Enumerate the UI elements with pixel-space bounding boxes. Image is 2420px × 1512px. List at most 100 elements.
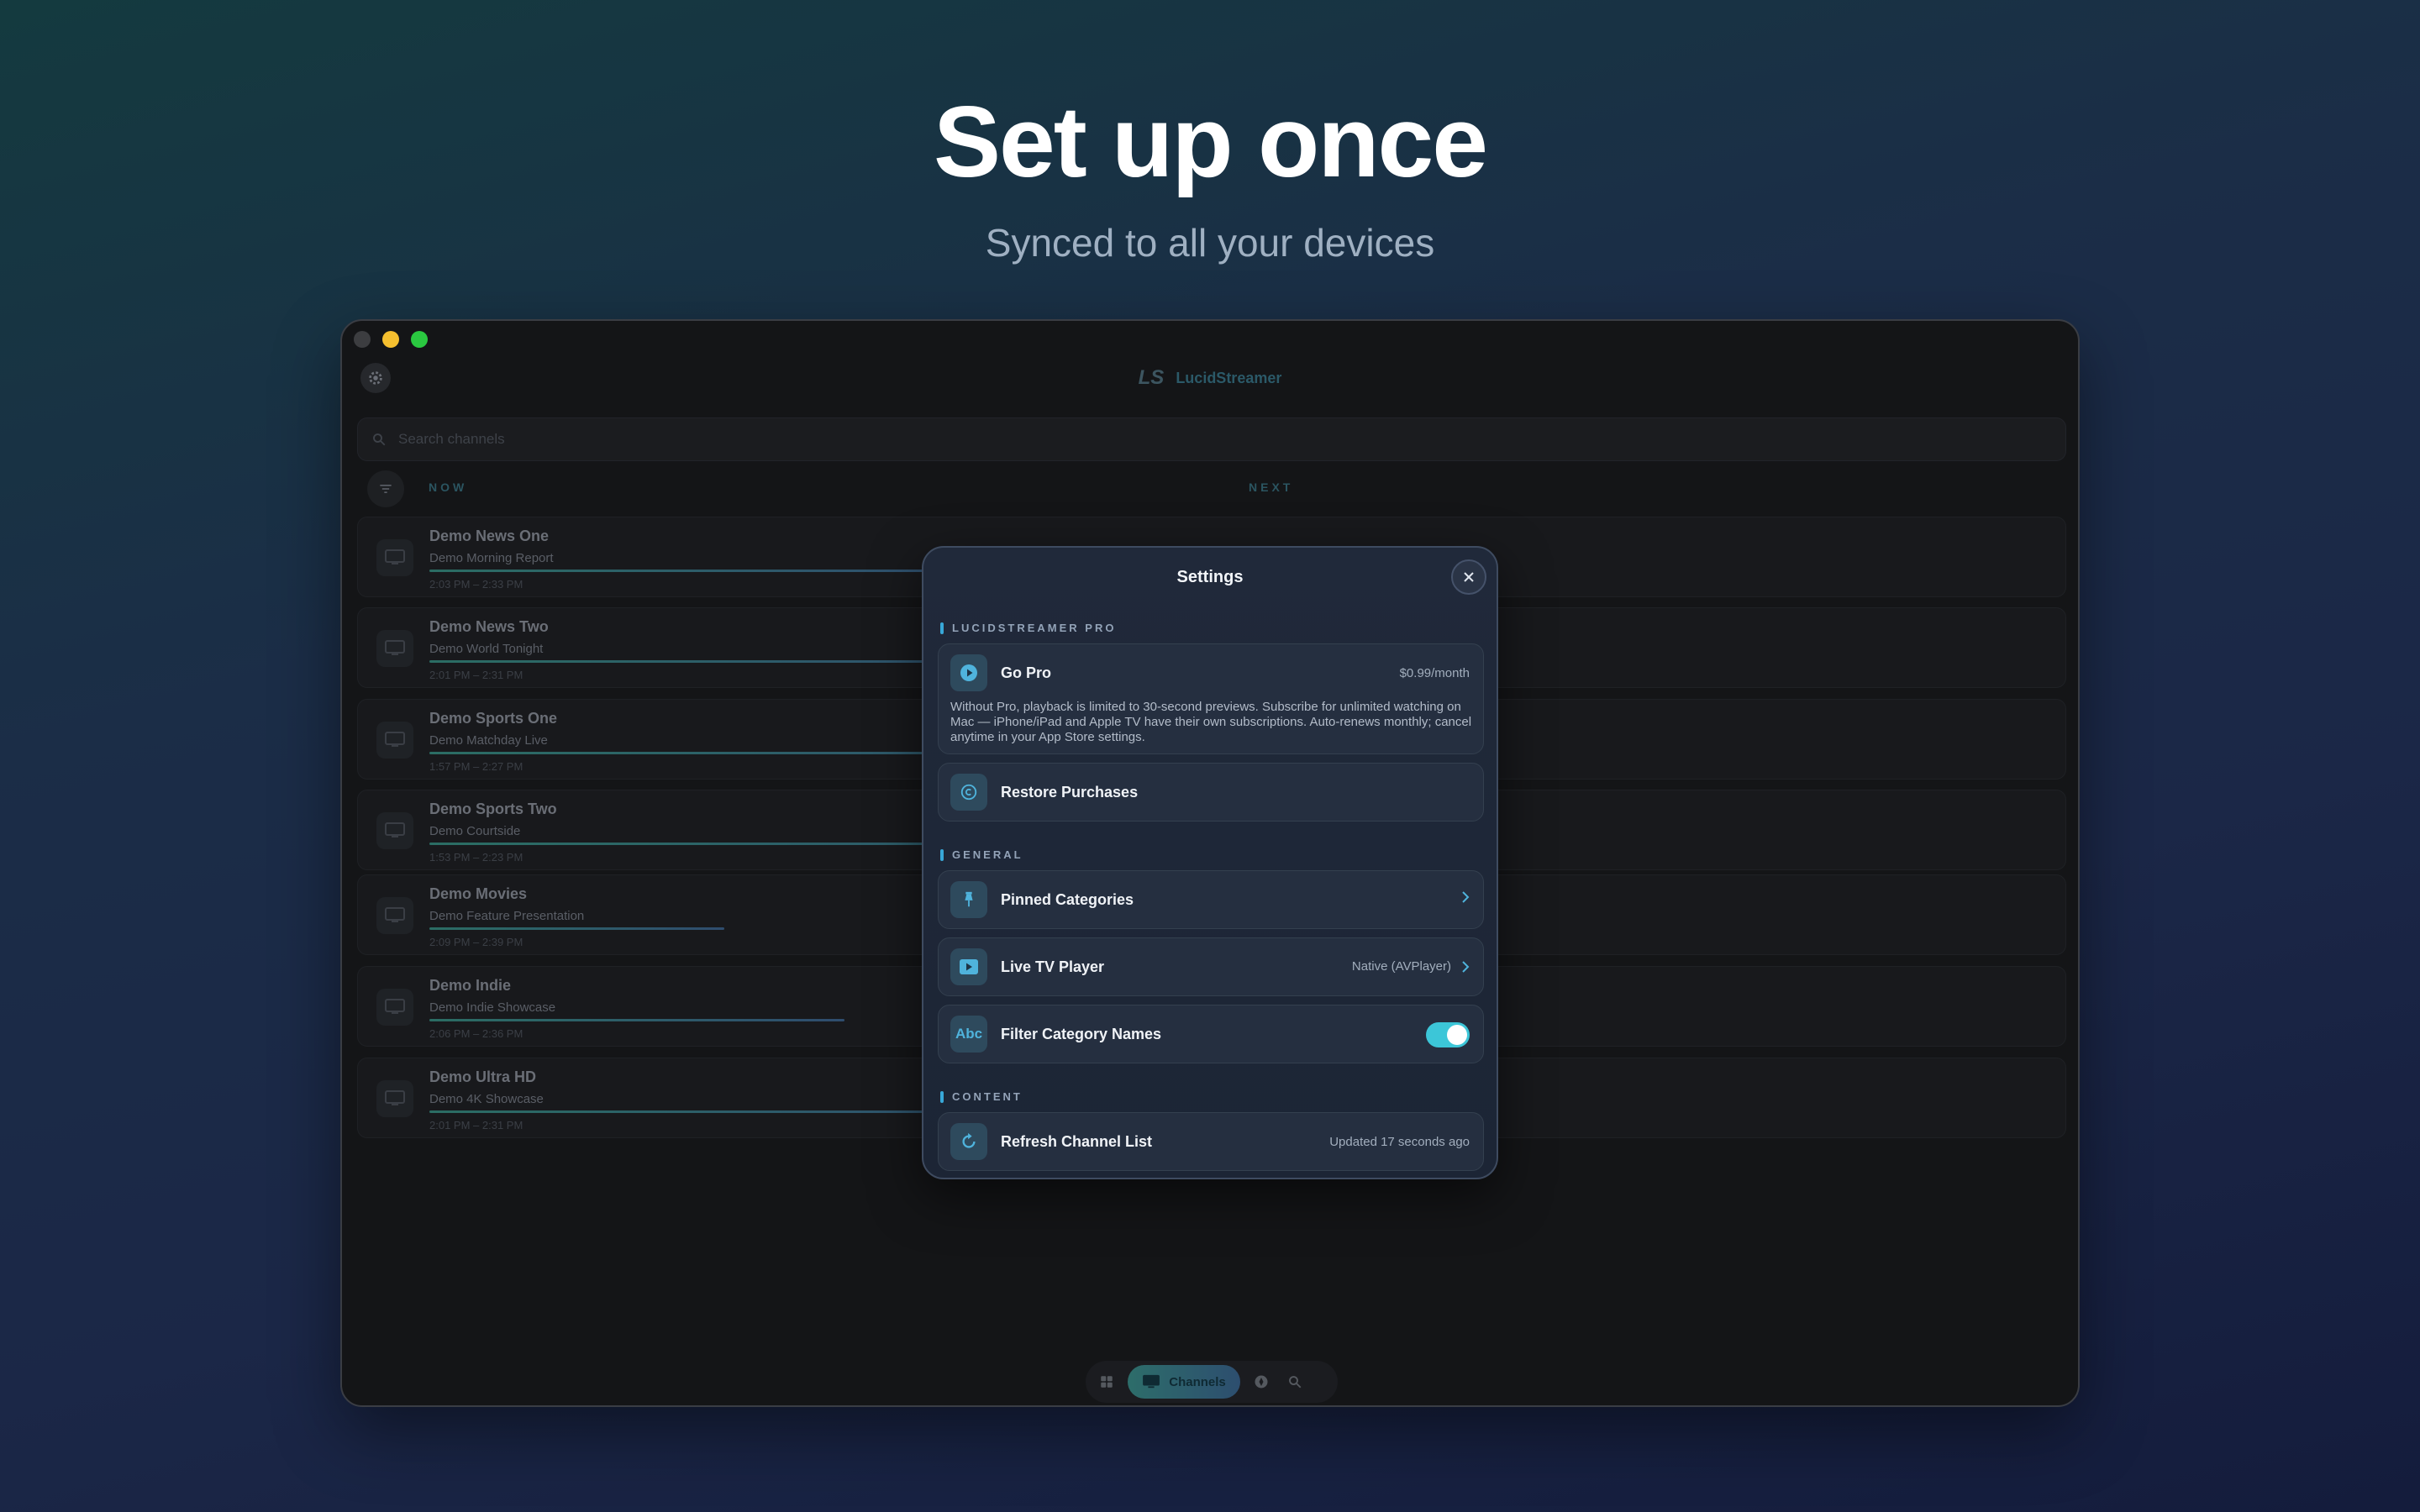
restore-icon	[960, 784, 977, 801]
app-header: LS LucidStreamer	[342, 366, 2078, 390]
compass-icon	[1255, 1375, 1268, 1389]
search-icon	[373, 433, 386, 446]
tv-icon	[385, 999, 405, 1014]
filter-category-names-label: Filter Category Names	[1001, 1026, 1162, 1042]
live-tv-player-label: Live TV Player	[1001, 958, 1105, 975]
channel-name: Demo Ultra HD	[429, 1068, 537, 1085]
column-header-next: NEXT	[1249, 480, 1294, 494]
channel-name: Demo Movies	[429, 885, 528, 902]
tv-icon	[385, 732, 405, 747]
bottom-tab-bar: Channels	[1086, 1361, 1338, 1403]
channel-name: Demo Sports Two	[429, 801, 557, 817]
close-button[interactable]	[1451, 559, 1486, 595]
search-icon	[1289, 1376, 1302, 1389]
channel-logo	[376, 812, 413, 849]
abc-icon: Abc	[950, 1016, 987, 1053]
tv-icon	[385, 822, 405, 837]
channel-time: 2:03 PM – 2:33 PM	[429, 578, 523, 591]
grid-icon	[1101, 1376, 1113, 1388]
play-rectangle-icon	[960, 959, 978, 974]
tv-icon	[385, 640, 405, 655]
hero-subtitle: Synced to all your devices	[985, 221, 1435, 265]
search-input[interactable]	[398, 431, 902, 448]
channel-current-show: Demo 4K Showcase	[429, 1092, 544, 1106]
modal-title: Settings	[1176, 568, 1244, 586]
channel-time: 2:09 PM – 2:39 PM	[429, 936, 523, 948]
channel-progress-bar	[429, 1019, 844, 1021]
channel-name: Demo News Two	[429, 618, 549, 635]
live-tv-player-value-group: Native (AVPlayer)	[1352, 959, 1470, 974]
settings-modal: Settings LUCIDSTREAMER PRO Go Pro $0.99/…	[922, 546, 1498, 1179]
channel-progress-bar	[429, 570, 965, 572]
section-header-general: GENERAL	[940, 848, 1023, 861]
restore-purchases-label: Restore Purchases	[1001, 784, 1139, 801]
hero-title: Set up once	[933, 86, 1488, 198]
channel-logo	[376, 722, 413, 759]
channel-current-show: Demo Indie Showcase	[429, 1000, 556, 1015]
channel-current-show: Demo Matchday Live	[429, 733, 548, 748]
tv-icon	[385, 1090, 405, 1105]
channel-time: 2:01 PM – 2:31 PM	[429, 1119, 523, 1131]
channel-current-show: Demo Courtside	[429, 824, 521, 838]
channel-logo	[376, 539, 413, 576]
channel-name: Demo Indie	[429, 977, 512, 994]
refresh-icon	[962, 1132, 976, 1148]
channel-time: 2:06 PM – 2:36 PM	[429, 1027, 523, 1040]
tab-grid[interactable]	[1094, 1369, 1119, 1394]
chevron-right-icon	[1462, 960, 1470, 973]
player-icon-box	[950, 948, 987, 985]
section-header-pro-text: LUCIDSTREAMER PRO	[952, 622, 1117, 634]
tv-icon	[385, 907, 405, 922]
refresh-channel-list-row[interactable]: Refresh Channel List Updated 17 seconds …	[938, 1112, 1484, 1171]
pinned-categories-row[interactable]: Pinned Categories	[938, 870, 1484, 929]
tab-channels-label: Channels	[1169, 1374, 1226, 1389]
pin-icon-box	[950, 881, 987, 918]
channel-logo	[376, 630, 413, 667]
section-header-pro: LUCIDSTREAMER PRO	[940, 622, 1116, 634]
play-circle-icon	[960, 664, 977, 681]
filter-category-names-toggle[interactable]	[1426, 1022, 1470, 1047]
go-pro-price: $0.99/month	[1400, 666, 1470, 680]
go-pro-label: Go Pro	[1001, 664, 1052, 681]
window-minimize-button[interactable]	[382, 331, 399, 348]
go-pro-icon-box	[950, 654, 987, 691]
channel-progress-bar	[429, 927, 724, 930]
tab-channels[interactable]: Channels	[1128, 1365, 1240, 1399]
app-name: LucidStreamer	[1176, 369, 1282, 386]
column-header-now: NOW	[429, 480, 468, 494]
channel-name: Demo News One	[429, 528, 550, 544]
restore-purchases-row[interactable]: Restore Purchases	[938, 763, 1484, 822]
close-icon	[1464, 572, 1474, 582]
pin-icon	[965, 891, 973, 907]
go-pro-card[interactable]: Go Pro $0.99/month Without Pro, playback…	[938, 643, 1484, 754]
channel-logo	[376, 1080, 413, 1117]
window-maximize-button[interactable]	[411, 331, 428, 348]
tv-icon	[385, 549, 405, 564]
tab-search[interactable]	[1282, 1369, 1307, 1394]
section-header-general-text: GENERAL	[952, 848, 1023, 861]
section-header-content: CONTENT	[940, 1090, 1023, 1103]
restore-icon-box	[950, 774, 987, 811]
channel-time: 1:53 PM – 2:23 PM	[429, 851, 523, 864]
refresh-status: Updated 17 seconds ago	[1329, 1135, 1470, 1149]
sort-filter-button[interactable]	[367, 470, 404, 507]
live-tv-player-value: Native (AVPlayer)	[1351, 959, 1451, 974]
channel-time: 1:57 PM – 2:27 PM	[429, 760, 523, 773]
refresh-status-text: Updated 17 seconds ago	[1329, 1135, 1470, 1149]
window-close-button[interactable]	[354, 331, 371, 348]
go-pro-description: Without Pro, playback is limited to 30-s…	[950, 700, 1472, 744]
live-tv-player-row[interactable]: Live TV Player Native (AVPlayer)	[938, 937, 1484, 996]
app-logo: LS	[1138, 366, 1165, 389]
channel-logo	[376, 989, 413, 1026]
channel-current-show: Demo Morning Report	[429, 551, 554, 565]
channel-current-show: Demo Feature Presentation	[429, 909, 585, 923]
section-header-content-text: CONTENT	[952, 1090, 1023, 1103]
channel-current-show: Demo World Tonight	[429, 642, 544, 656]
tab-explore[interactable]	[1249, 1369, 1274, 1394]
channel-time: 2:01 PM – 2:31 PM	[429, 669, 523, 681]
channel-name: Demo Sports One	[429, 710, 558, 727]
filter-category-names-row: Abc Filter Category Names	[938, 1005, 1484, 1063]
tv-icon	[1143, 1374, 1160, 1389]
go-pro-price-text: $0.99/month	[1399, 666, 1470, 680]
chevron-right-icon	[1462, 891, 1470, 903]
